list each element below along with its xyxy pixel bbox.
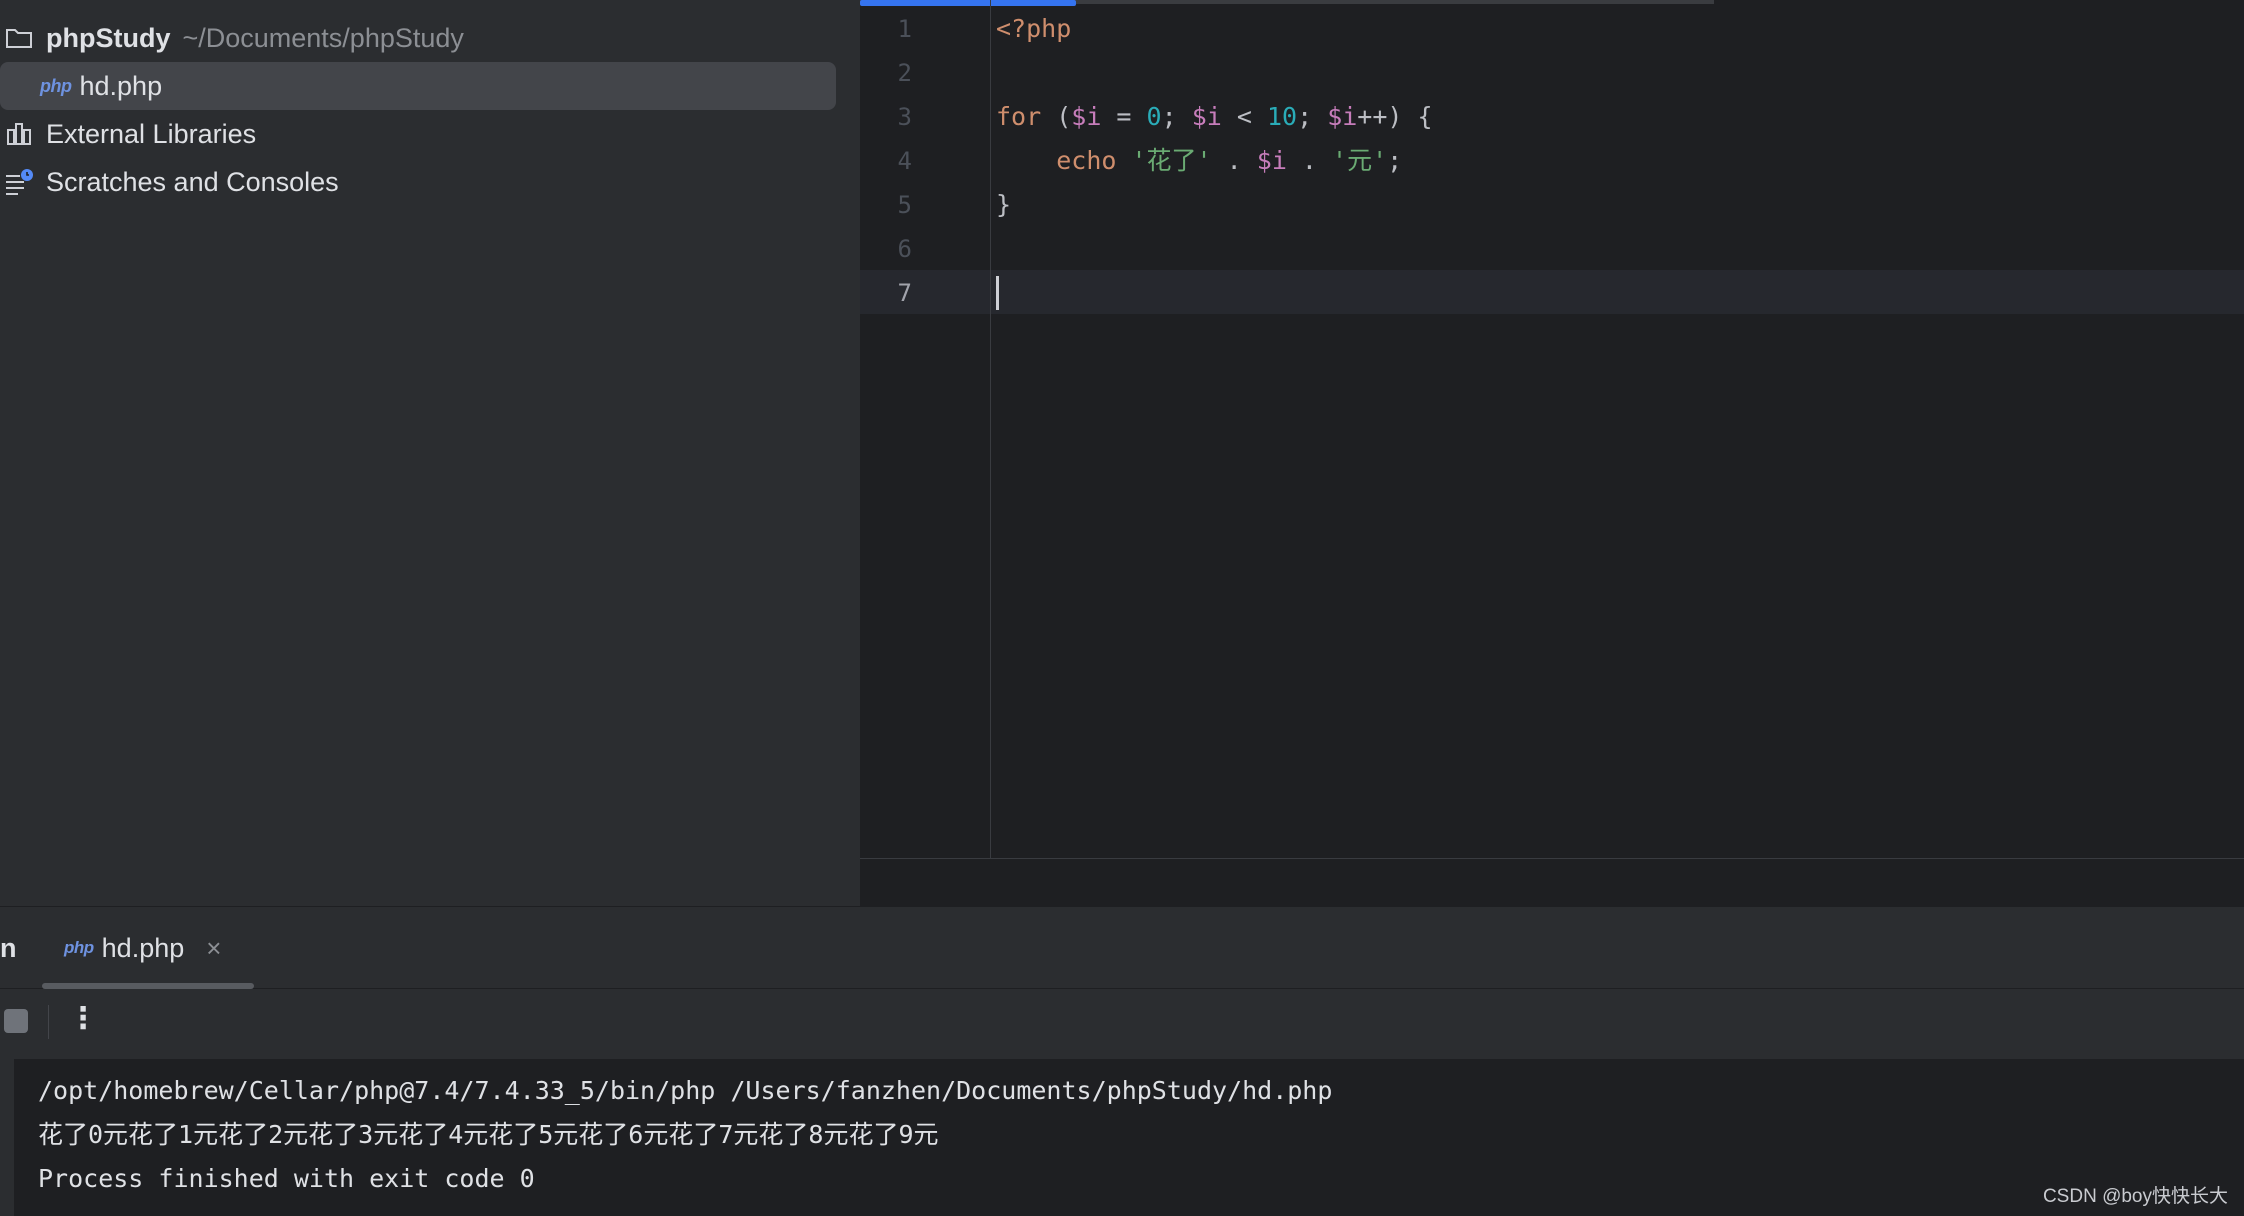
scratches-item[interactable]: Scratches and Consoles bbox=[4, 158, 339, 206]
watermark: CSDN @boy快快长大 bbox=[2042, 1186, 2228, 1207]
line-number-current: 7 bbox=[897, 279, 912, 307]
editor-bottom-bar bbox=[860, 858, 2244, 906]
current-line-highlight bbox=[860, 270, 2244, 314]
php-run-icon: php bbox=[64, 938, 94, 957]
number-literal: 10 bbox=[1266, 102, 1298, 131]
toolbar-separator bbox=[48, 1005, 49, 1039]
variable: $i bbox=[1327, 102, 1358, 131]
project-root-name: phpStudy bbox=[46, 22, 171, 53]
line-number: 3 bbox=[897, 103, 912, 131]
keyword-for: for bbox=[996, 102, 1042, 131]
run-window-title: n bbox=[0, 933, 17, 963]
keyword-echo: echo bbox=[1056, 146, 1117, 175]
console-command-line: /opt/homebrew/Cellar/php@7.4/7.4.33_5/bi… bbox=[38, 1076, 1333, 1105]
file-item-hd-php[interactable]: php hd.php bbox=[0, 62, 836, 110]
run-tab-bar: n php hd.php × bbox=[0, 907, 2244, 989]
project-root-item[interactable]: phpStudy ~/Documents/phpStudy bbox=[4, 14, 464, 62]
number-literal: 0 bbox=[1146, 102, 1162, 131]
console-output[interactable]: /opt/homebrew/Cellar/php@7.4/7.4.33_5/bi… bbox=[14, 1059, 2244, 1216]
stop-icon[interactable] bbox=[4, 1009, 28, 1033]
file-name: hd.php bbox=[79, 70, 163, 101]
line-number: 1 bbox=[897, 15, 912, 43]
close-icon[interactable]: × bbox=[206, 933, 221, 964]
folder-icon bbox=[4, 23, 34, 53]
run-tab-hd-php[interactable]: php hd.php × bbox=[64, 923, 221, 973]
code-line-3: for ($i = 0; $i < 10; $i++) { bbox=[996, 102, 1433, 131]
editor-scroll-indicator bbox=[860, 0, 2244, 6]
line-number: 5 bbox=[897, 191, 912, 219]
line-number: 2 bbox=[897, 59, 912, 87]
code-line-4: echo '花了' . $i . '元'; bbox=[1056, 146, 1403, 175]
variable: $i bbox=[1191, 102, 1222, 131]
project-root-path: ~/Documents/phpStudy bbox=[182, 22, 464, 53]
line-number-gutter[interactable]: 1 2 3 4 5 6 7 bbox=[860, 0, 991, 858]
string-literal: '元' bbox=[1332, 146, 1388, 175]
run-toolbar: ⋮ bbox=[0, 989, 2244, 1055]
string-literal: '花了' bbox=[1131, 146, 1212, 175]
external-libraries-item[interactable]: External Libraries bbox=[4, 110, 256, 158]
console-output-line: 花了0元花了1元花了2元花了3元花了4元花了5元花了6元花了7元花了8元花了9元 bbox=[38, 1120, 939, 1149]
closing-brace: } bbox=[996, 190, 1012, 219]
line-number: 6 bbox=[897, 235, 912, 263]
run-tab-label: hd.php bbox=[101, 932, 185, 963]
scratches-label: Scratches and Consoles bbox=[46, 166, 339, 197]
run-tool-window: n php hd.php × ⋮ /opt/homebrew/Cellar/ph… bbox=[0, 906, 2244, 1216]
console-exit-line: Process finished with exit code 0 bbox=[38, 1164, 535, 1193]
project-tree: phpStudy ~/Documents/phpStudy php hd.php… bbox=[0, 0, 860, 906]
ide-window: phpStudy ~/Documents/phpStudy php hd.php… bbox=[0, 0, 2244, 1216]
text-caret bbox=[996, 276, 999, 310]
code-line-5: } bbox=[996, 183, 1011, 227]
code-editor[interactable]: 1 2 3 4 5 6 7 <?php for ($i = 0; $i < 10… bbox=[860, 0, 2244, 906]
php-open-tag: <?php bbox=[996, 14, 1072, 43]
external-libraries-label: External Libraries bbox=[46, 118, 257, 149]
code-line-1: <?php bbox=[996, 7, 1071, 51]
php-file-icon: php bbox=[40, 75, 72, 96]
library-icon bbox=[4, 119, 34, 149]
more-options-icon[interactable]: ⋮ bbox=[68, 1001, 98, 1036]
variable: $i bbox=[1071, 102, 1102, 131]
line-number: 4 bbox=[897, 147, 912, 175]
variable: $i bbox=[1256, 146, 1287, 175]
scratches-icon bbox=[4, 167, 34, 197]
